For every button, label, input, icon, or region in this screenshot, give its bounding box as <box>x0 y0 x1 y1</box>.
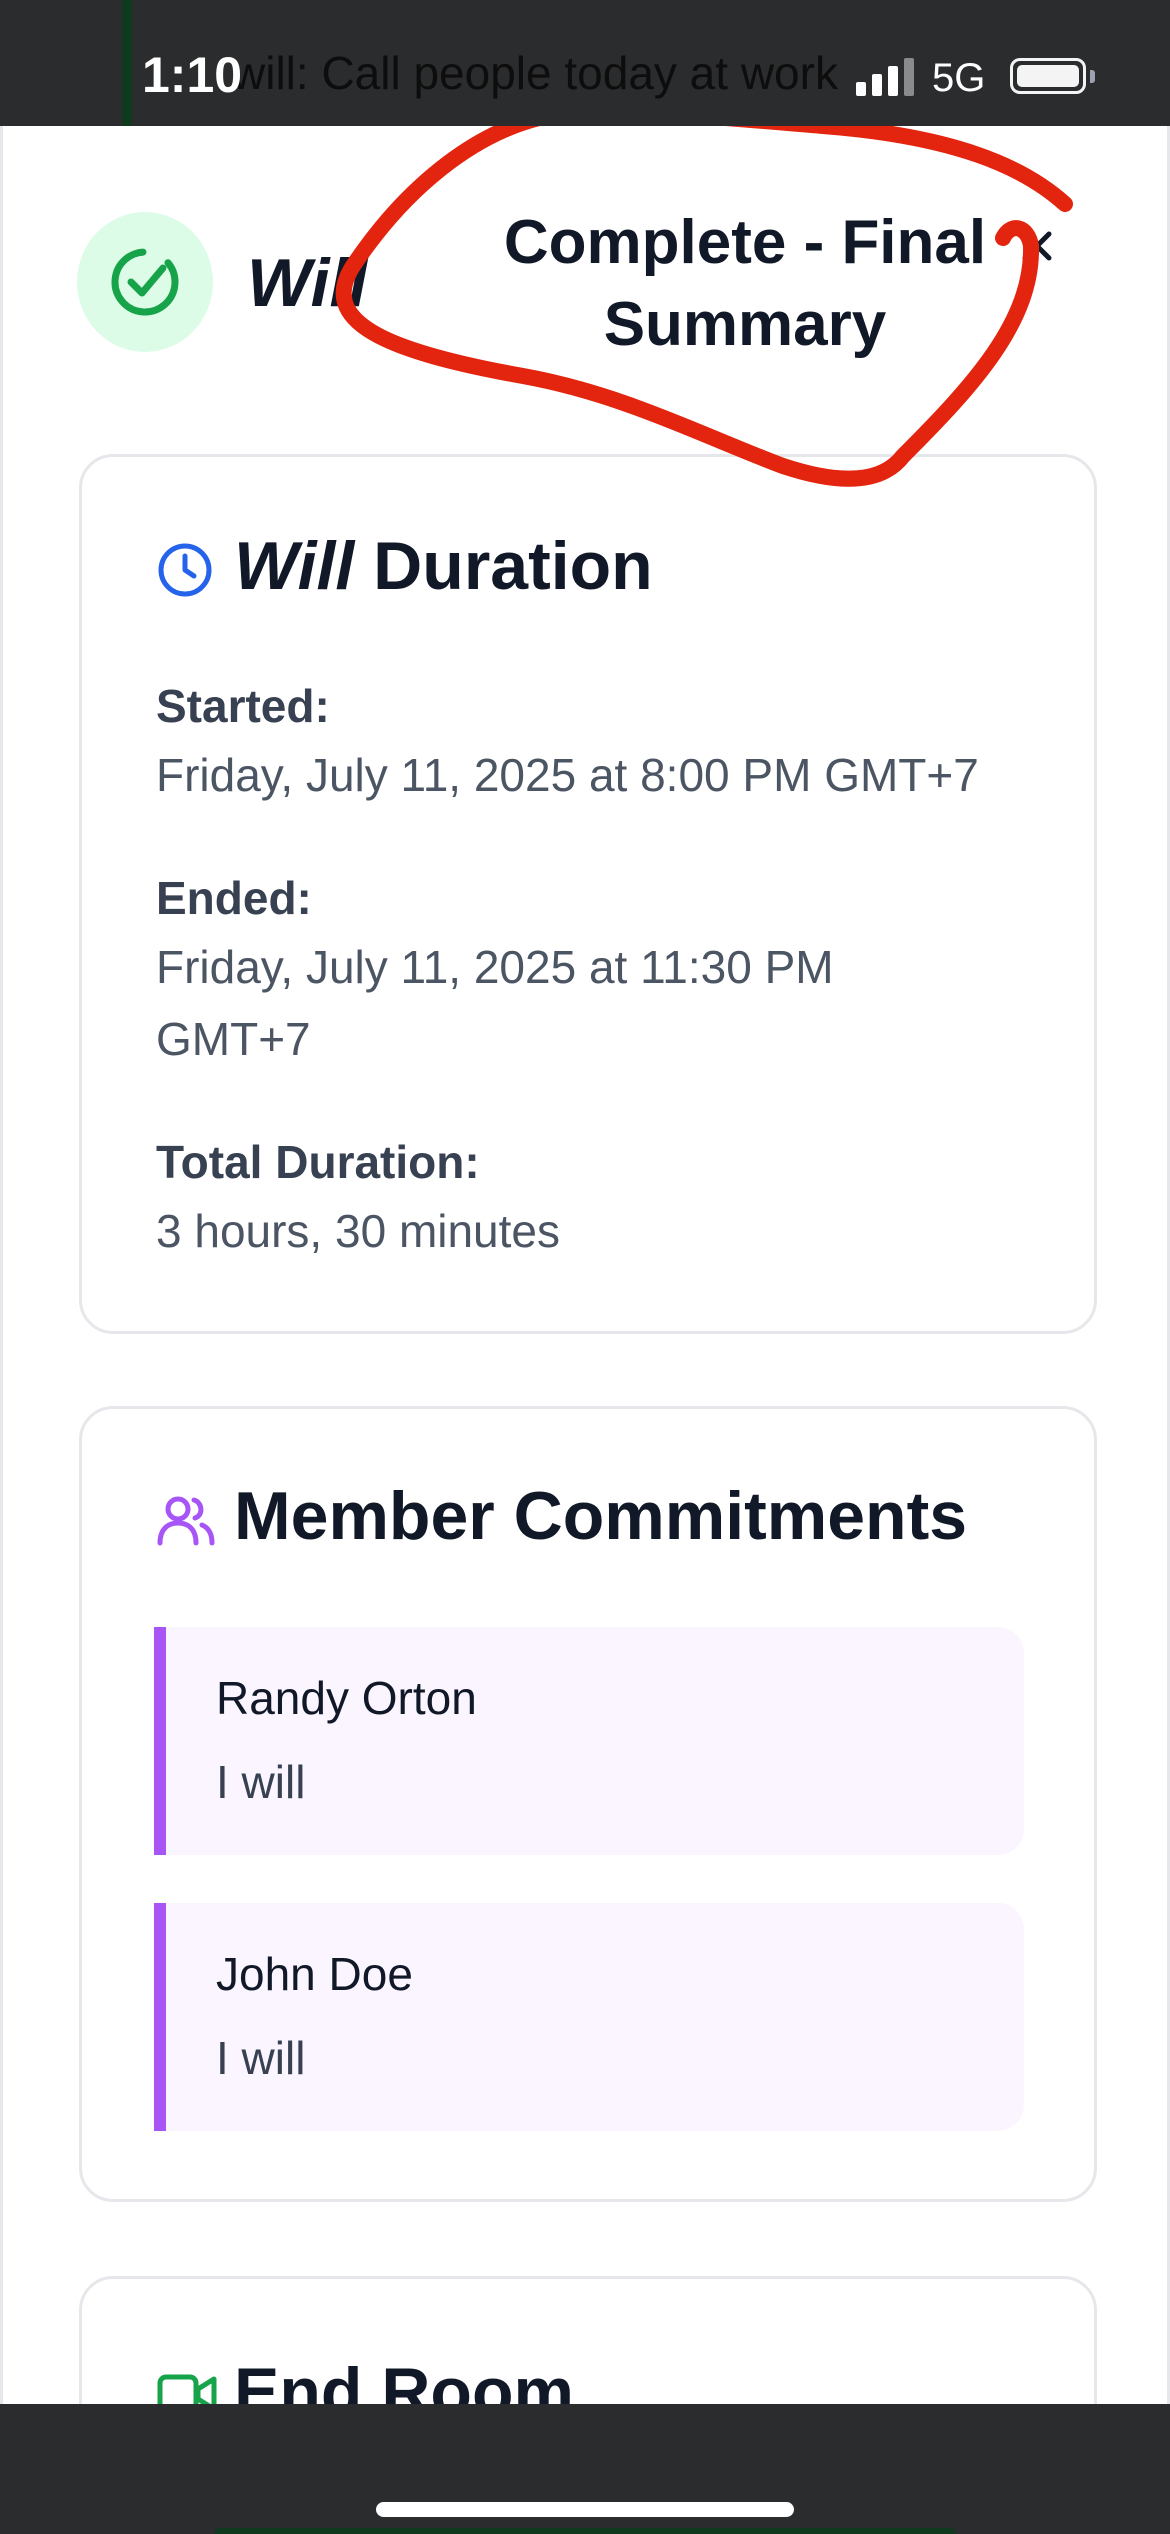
member-name: Randy Orton <box>216 1672 477 1724</box>
member-commitments-title: Member Commitments <box>234 1478 968 1554</box>
video-icon <box>157 2374 217 2404</box>
member-name: John Doe <box>216 1948 413 2000</box>
status-bar: will: Call people today at work 1:10 5G <box>0 0 1170 126</box>
member-commitments-card: Member Commitments Randy Orton I will Jo… <box>79 1406 1097 2202</box>
battery-icon <box>1010 58 1086 94</box>
started-label: Started: <box>156 680 330 732</box>
modal-title-prefix: Will <box>247 245 368 321</box>
final-summary-modal: Will Complete - Final Summary Will Durat… <box>0 126 1170 2404</box>
member-commitment: I will <box>216 2032 306 2084</box>
home-indicator[interactable] <box>376 2502 794 2517</box>
started-value: Friday, July 11, 2025 at 8:00 PM GMT+7 <box>156 749 979 801</box>
background-accent-line <box>122 0 132 126</box>
background-accent-edge <box>214 2528 956 2534</box>
end-room-title: End Room <box>234 2354 574 2404</box>
signal-icon <box>856 58 916 96</box>
ended-value: Friday, July 11, 2025 at 11:30 PM GMT+7 <box>156 941 834 1065</box>
total-duration-value: 3 hours, 30 minutes <box>156 1205 561 1257</box>
end-room-card: End Room <box>79 2276 1097 2404</box>
close-icon[interactable] <box>1007 216 1067 276</box>
home-indicator-area <box>0 2404 1170 2534</box>
duration-title-rest: Duration <box>373 528 653 604</box>
modal-title: Complete - Final Summary <box>503 208 987 359</box>
check-circle-icon <box>111 248 179 316</box>
duration-title-will: Will <box>234 528 355 604</box>
total-duration-label: Total Duration: <box>156 1136 480 1188</box>
battery-tip <box>1090 70 1095 83</box>
member-commitment: I will <box>216 1756 306 1808</box>
ended-label: Ended: <box>156 872 312 924</box>
duration-card-title: Will Duration <box>234 527 653 605</box>
clock-icon <box>158 543 212 597</box>
background-notification-text: will: Call people today at work <box>232 47 838 99</box>
commitment-item: Randy Orton I will <box>154 1627 1024 1855</box>
duration-card: Will Duration Started: Friday, July 11, … <box>79 454 1097 1334</box>
users-icon <box>157 1496 215 1546</box>
status-time: 1:10 <box>142 47 243 103</box>
network-type: 5G <box>932 56 986 100</box>
commitment-item: John Doe I will <box>154 1903 1024 2131</box>
header-status-badge <box>77 212 213 352</box>
